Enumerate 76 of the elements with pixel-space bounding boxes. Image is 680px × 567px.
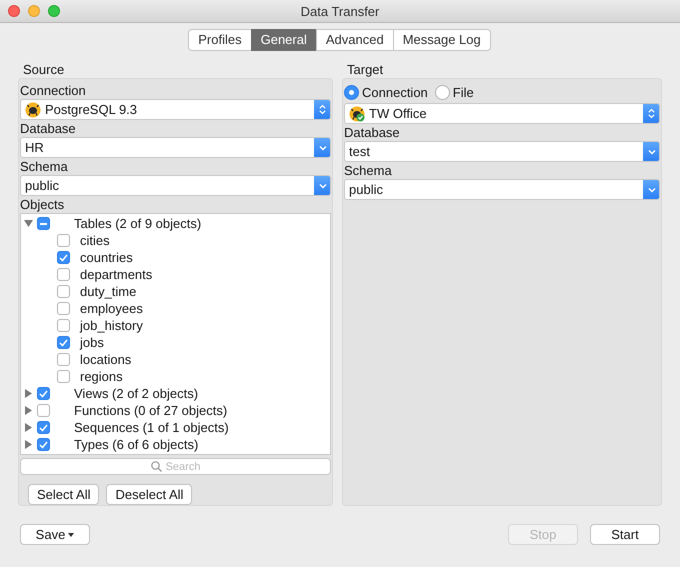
tree-item[interactable]: countries <box>80 250 133 265</box>
connection-select[interactable]: TW Office <box>344 103 660 124</box>
tree-item[interactable]: duty_time <box>80 284 136 299</box>
tree-item[interactable]: Sequences (1 of 1 objects) <box>74 420 229 435</box>
chevron-down-icon <box>318 182 327 188</box>
tree-item[interactable]: locations <box>80 352 132 367</box>
database-select[interactable]: HR <box>20 137 332 158</box>
field-label: Database <box>344 124 401 141</box>
window-title: Data Transfer <box>300 4 380 18</box>
close-button[interactable] <box>8 5 20 17</box>
field-label: Objects <box>20 196 66 213</box>
select-button[interactable]: Select All <box>28 484 100 505</box>
checkmark-icon <box>59 338 68 346</box>
tree-item[interactable]: cities <box>80 233 110 248</box>
field-label: Schema <box>20 158 69 175</box>
checkmark-icon <box>39 390 48 398</box>
section-title: Target <box>346 61 384 78</box>
checkbox[interactable] <box>57 353 70 366</box>
checkbox[interactable] <box>57 302 70 315</box>
schema-select[interactable]: public <box>20 175 332 196</box>
disclosure-triangle-icon[interactable] <box>24 219 33 228</box>
tab[interactable]: General <box>250 29 317 51</box>
checkbox[interactable] <box>37 387 50 400</box>
database-select[interactable]: test <box>344 141 660 162</box>
tab[interactable]: Message Log <box>392 29 491 51</box>
schema-select[interactable]: public <box>344 179 660 200</box>
checkbox[interactable] <box>57 285 70 298</box>
tab[interactable]: Profiles <box>188 29 252 51</box>
disclosure-triangle-icon[interactable] <box>24 423 33 432</box>
radio-label[interactable]: File <box>452 85 474 100</box>
tree-item[interactable]: job_history <box>80 318 143 333</box>
section-title: Source <box>22 61 66 78</box>
select-button[interactable]: Deselect All <box>106 484 192 505</box>
field-label: Connection <box>20 82 87 99</box>
tab[interactable]: Advanced <box>316 29 394 51</box>
up-down-arrows-icon <box>319 104 326 115</box>
checkbox[interactable] <box>37 421 50 434</box>
save-button[interactable]: Save <box>20 524 90 545</box>
field-label: Database <box>20 120 77 137</box>
tree-item[interactable]: Functions (0 of 27 objects) <box>74 403 228 418</box>
chevron-down-icon <box>318 144 327 150</box>
checkbox[interactable] <box>57 251 70 264</box>
database-check-icon <box>349 106 366 122</box>
checkbox[interactable] <box>57 319 70 332</box>
checkbox[interactable] <box>37 404 50 417</box>
dash-icon <box>40 222 47 224</box>
zoom-button[interactable] <box>48 5 60 17</box>
chevron-down-icon <box>648 186 656 192</box>
checkbox[interactable] <box>57 336 70 349</box>
connection-select[interactable]: PostgreSQL 9.3 <box>20 99 332 120</box>
search-icon <box>150 461 162 472</box>
tree-item[interactable]: Views (2 of 2 objects) <box>74 386 198 401</box>
tree-item[interactable]: Tables (2 of 9 objects) <box>74 216 202 231</box>
tree-item[interactable]: regions <box>80 369 123 384</box>
checkmark-icon <box>59 254 68 262</box>
action-button[interactable]: Start <box>590 524 660 545</box>
tree-item[interactable]: departments <box>80 267 152 282</box>
checkbox[interactable] <box>37 438 50 451</box>
checkbox[interactable] <box>37 217 50 230</box>
checkbox[interactable] <box>57 234 70 247</box>
caret-icon <box>68 532 74 536</box>
field-label: Schema <box>344 162 393 179</box>
checkbox[interactable] <box>57 268 70 281</box>
database-icon <box>25 102 41 118</box>
up-down-arrows-icon <box>648 108 655 119</box>
checkbox[interactable] <box>57 370 70 383</box>
disclosure-triangle-icon[interactable] <box>24 389 33 398</box>
tree-item[interactable]: employees <box>80 301 143 316</box>
chevron-down-icon <box>648 148 656 154</box>
tree-item[interactable]: Types (6 of 6 objects) <box>74 437 198 452</box>
tree-item[interactable]: jobs <box>80 335 104 350</box>
disclosure-triangle-icon[interactable] <box>24 406 33 415</box>
radio-button[interactable] <box>344 85 360 100</box>
radio-label[interactable]: Connection <box>362 85 428 100</box>
radio-button[interactable] <box>434 85 450 100</box>
disclosure-triangle-icon[interactable] <box>24 440 33 449</box>
